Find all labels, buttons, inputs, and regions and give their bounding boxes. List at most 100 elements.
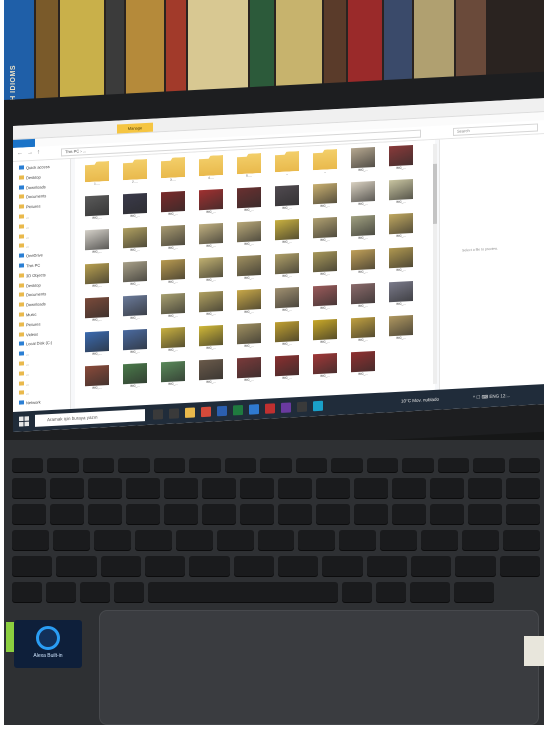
back-arrow-icon[interactable]: ← — [17, 150, 23, 156]
up-arrow-icon[interactable]: ↑ — [37, 150, 40, 156]
image-file-item[interactable]: IMG_... — [313, 217, 337, 246]
image-file-item[interactable]: IMG_... — [313, 285, 337, 314]
keyboard-key[interactable] — [189, 556, 230, 576]
keyboard-key[interactable] — [80, 582, 110, 602]
keyboard-key[interactable] — [503, 530, 540, 550]
keyboard-key[interactable] — [12, 582, 42, 602]
image-file-item[interactable]: IMG_... — [85, 296, 109, 326]
image-file-item[interactable]: IMG_... — [351, 351, 375, 380]
keyboard-key[interactable] — [421, 530, 459, 550]
image-file-item[interactable]: IMG_... — [389, 213, 413, 242]
keyboard-key[interactable] — [430, 504, 464, 524]
keyboard-key[interactable] — [88, 478, 122, 498]
keyboard-key[interactable] — [56, 556, 97, 576]
image-file-item[interactable]: IMG_... — [199, 222, 223, 252]
folder-item[interactable]: 1. ... — [85, 161, 109, 190]
keyboard-key[interactable] — [257, 530, 295, 550]
keyboard-key[interactable] — [12, 504, 46, 524]
image-file-item[interactable]: IMG_... — [161, 360, 185, 390]
image-file-item[interactable]: IMG_... — [313, 251, 337, 280]
keyboard-key[interactable] — [175, 530, 213, 550]
edge-icon[interactable] — [313, 400, 323, 412]
keyboard-key[interactable] — [366, 556, 407, 576]
keyboard-key[interactable] — [126, 504, 160, 524]
nav-item[interactable]: Documents — [19, 292, 46, 301]
scrollbar-thumb[interactable] — [433, 163, 437, 224]
keyboard-key[interactable] — [455, 556, 496, 576]
nav-item[interactable]: Pictures — [19, 204, 40, 213]
keyboard-key[interactable] — [322, 556, 363, 576]
keyboard-key[interactable] — [100, 556, 141, 576]
nav-item[interactable]: ... — [19, 381, 29, 390]
image-file-item[interactable]: IMG_... — [275, 355, 299, 384]
keyboard-key[interactable] — [366, 458, 399, 472]
image-file-item[interactable]: IMG_... — [161, 224, 185, 254]
image-file-item[interactable]: IMG_... — [313, 183, 337, 212]
keyboard-key[interactable] — [126, 478, 160, 498]
keyboard-key[interactable] — [12, 530, 49, 550]
image-file-item[interactable]: IMG_... — [199, 290, 223, 320]
keyboard-key[interactable] — [145, 556, 186, 576]
keyboard-key[interactable] — [12, 478, 46, 498]
system-tray[interactable]: ^ ☐ ⌨ ENG 12:... — [473, 393, 510, 401]
word-icon[interactable] — [217, 405, 227, 417]
image-file-item[interactable]: IMG_... — [237, 221, 261, 250]
keyboard-key[interactable] — [454, 582, 494, 602]
app-icon[interactable] — [265, 403, 275, 414]
keyboard-key[interactable] — [392, 478, 426, 498]
nav-item[interactable]: Network — [19, 400, 41, 409]
image-file-item[interactable]: IMG_... — [275, 219, 299, 248]
image-file-item[interactable]: IMG_... — [389, 315, 413, 344]
image-file-item[interactable]: IMG_... — [199, 256, 223, 286]
nav-item[interactable]: Local Disk (C:) — [19, 340, 52, 350]
image-file-item[interactable]: IMG_... — [351, 317, 375, 346]
image-file-item[interactable]: IMG_... — [85, 364, 109, 394]
keyboard-key[interactable] — [47, 458, 79, 472]
keyboard-key[interactable] — [50, 504, 84, 524]
keyboard-key[interactable] — [224, 458, 257, 472]
image-file-item[interactable]: IMG_... — [123, 226, 147, 256]
windows-start-icon[interactable] — [19, 416, 29, 427]
image-file-item[interactable]: IMG_... — [313, 319, 337, 348]
keyboard-key[interactable] — [402, 458, 434, 472]
image-file-item[interactable]: IMG_... — [161, 292, 185, 322]
keyboard-key[interactable] — [331, 458, 363, 472]
keyboard-key[interactable] — [316, 478, 350, 498]
keyboard-key[interactable] — [437, 458, 470, 472]
task-view-icon[interactable] — [169, 408, 179, 419]
image-file-item[interactable]: IMG_... — [351, 249, 375, 278]
keyboard-key[interactable] — [189, 458, 221, 472]
keyboard-key[interactable] — [12, 556, 53, 576]
keyboard-key[interactable] — [12, 458, 44, 472]
image-file-item[interactable]: IMG_... — [275, 287, 299, 316]
excel-icon[interactable] — [233, 404, 243, 416]
keyboard-key[interactable] — [260, 458, 292, 472]
scrollbar[interactable] — [433, 143, 437, 384]
nav-item[interactable]: Desktop — [19, 282, 41, 291]
image-file-item[interactable]: IMG_... — [85, 228, 109, 258]
keyboard-key[interactable] — [354, 504, 388, 524]
image-file-item[interactable]: IMG_... — [313, 353, 337, 382]
nav-item[interactable]: 3D Objects — [19, 272, 46, 281]
keyboard-key[interactable] — [93, 530, 131, 550]
mail-icon[interactable] — [249, 404, 259, 415]
keyboard-key[interactable] — [216, 530, 254, 550]
keyboard-key[interactable] — [164, 504, 198, 524]
image-file-item[interactable]: IMG_... — [237, 255, 261, 284]
image-file-item[interactable]: IMG_... — [85, 194, 109, 224]
keyboard-key[interactable] — [278, 556, 319, 576]
keyboard-key[interactable] — [240, 504, 274, 524]
keyboard-key[interactable] — [114, 582, 144, 602]
explorer-icon[interactable] — [185, 407, 195, 418]
nav-item[interactable]: Downloads — [19, 301, 46, 310]
keyboard-key[interactable] — [202, 504, 236, 524]
weather-widget[interactable]: 10°C Mov. nublado — [401, 397, 439, 404]
image-file-item[interactable]: IMG_... — [237, 187, 261, 216]
image-file-item[interactable]: IMG_... — [123, 294, 147, 324]
search-field[interactable]: Search — [453, 123, 538, 136]
image-file-item[interactable]: IMG_... — [123, 362, 147, 392]
keyboard-key[interactable] — [298, 530, 336, 550]
keyboard-key[interactable] — [164, 478, 198, 498]
image-file-item[interactable]: IMG_... — [237, 323, 261, 352]
image-file-item[interactable]: IMG_... — [199, 188, 223, 218]
